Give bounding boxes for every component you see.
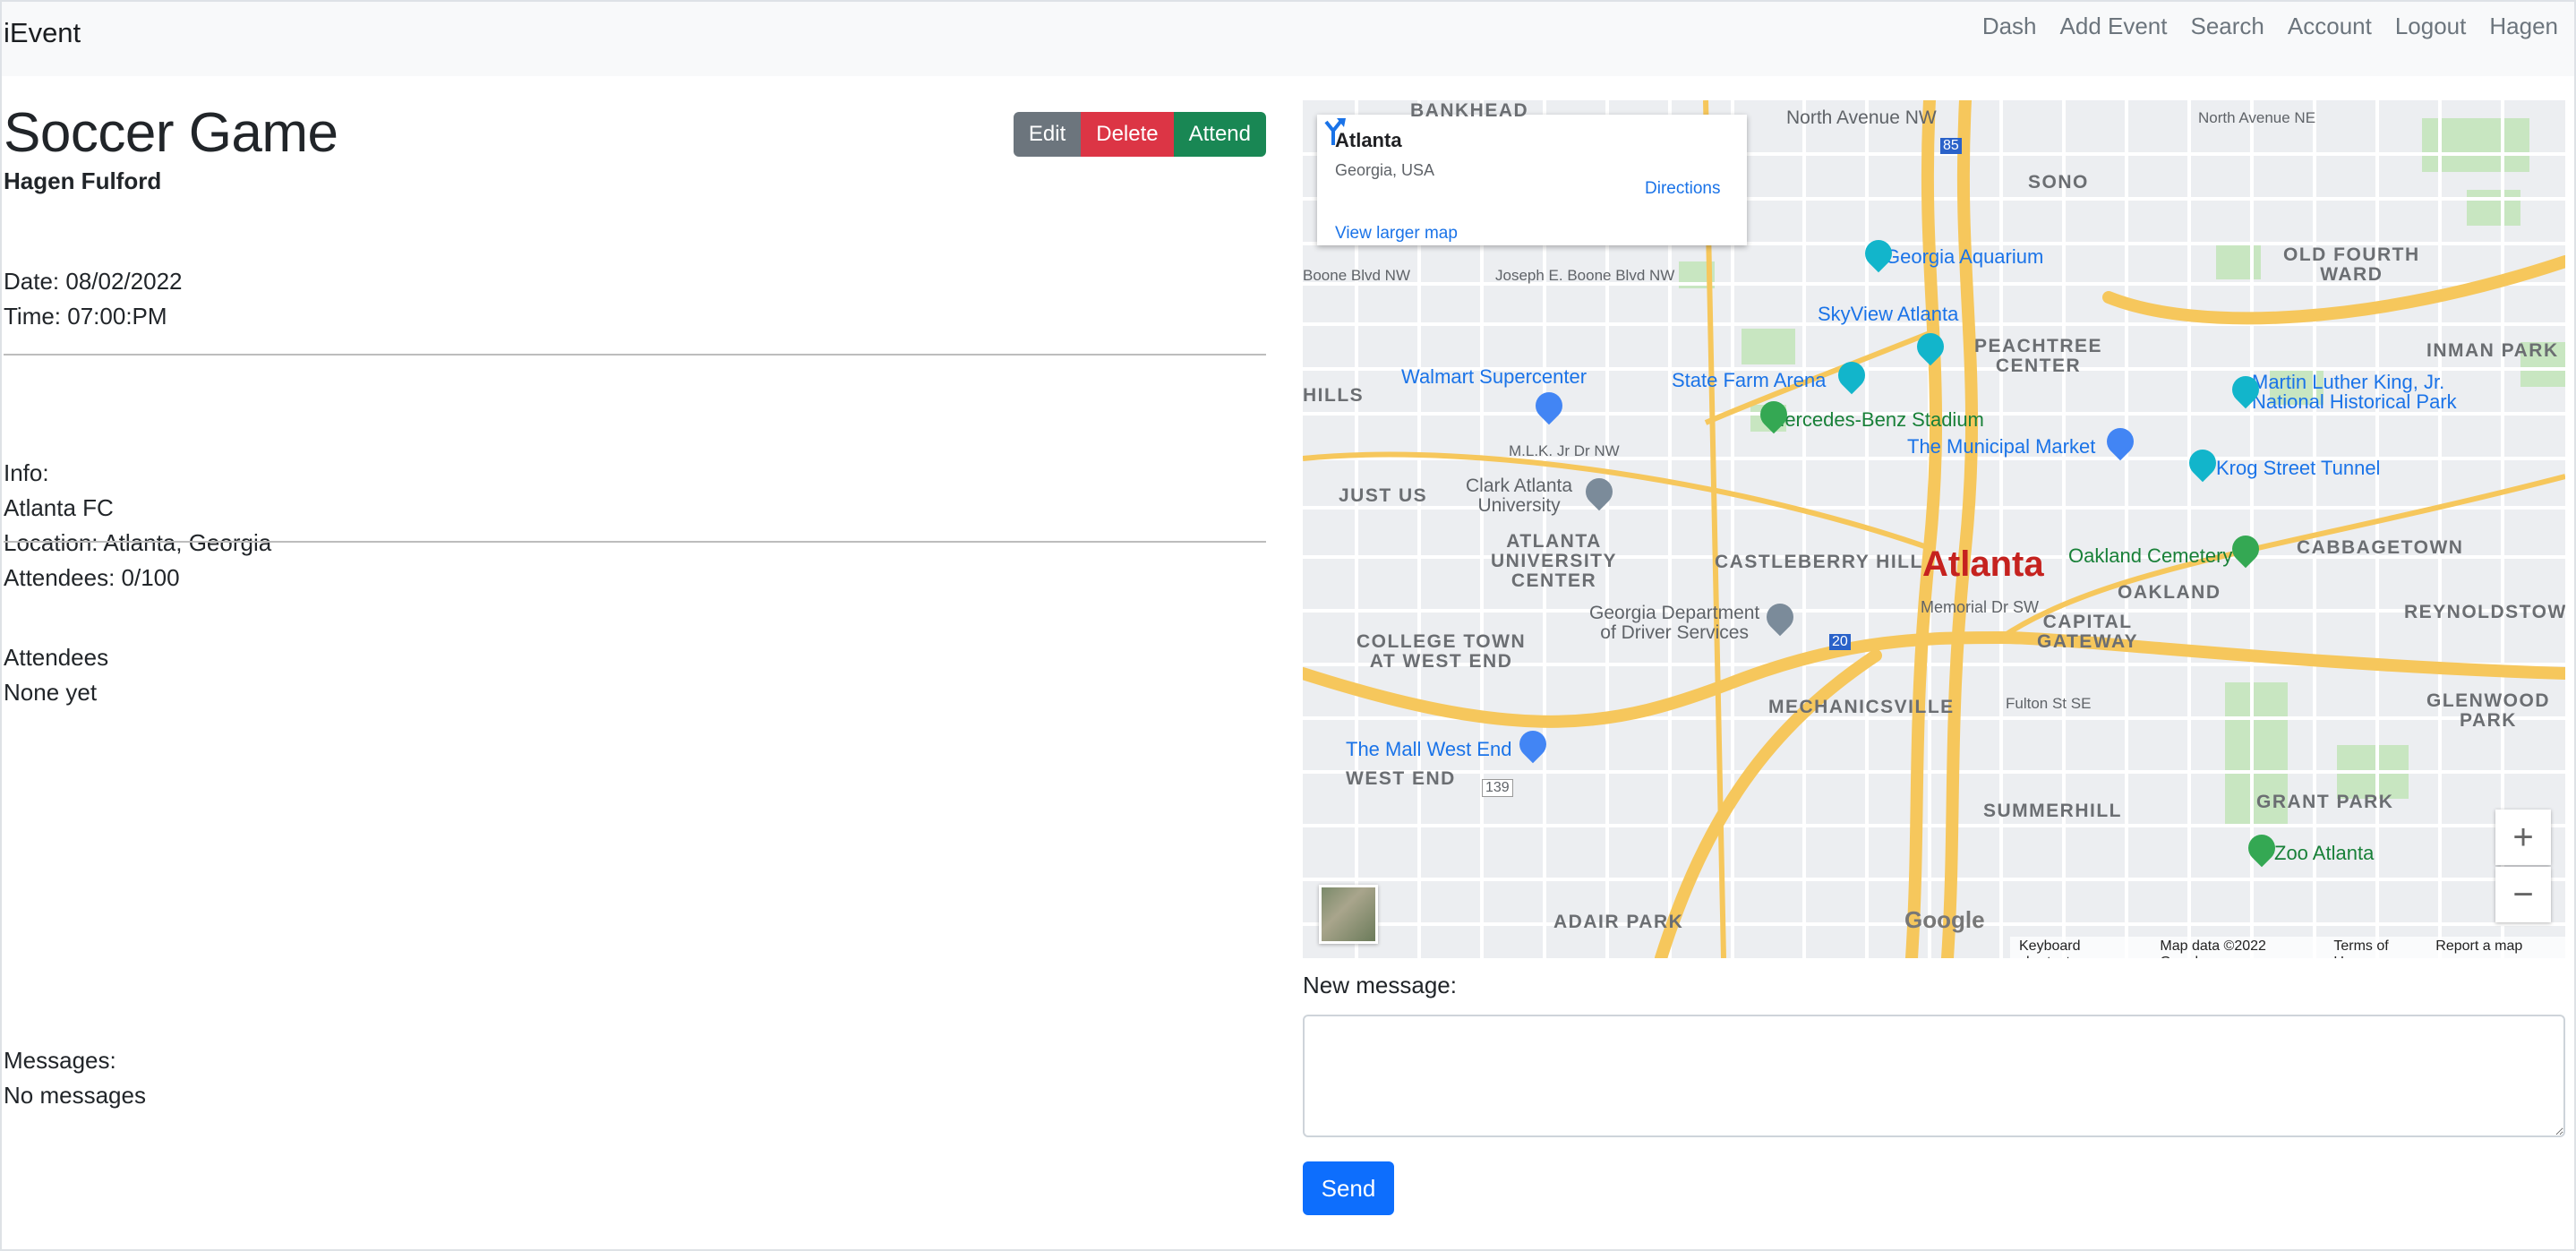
- map-label: REYNOLDSTOWN: [2404, 602, 2565, 622]
- place-card: Atlanta Georgia, USA View larger map Dir…: [1317, 115, 1747, 245]
- nav-link-account[interactable]: Account: [2276, 13, 2383, 40]
- divider: [4, 541, 1266, 543]
- attendees-empty: None yet: [4, 679, 98, 706]
- brand-link[interactable]: iEvent: [4, 17, 81, 49]
- map-city-label: Atlanta: [1922, 544, 2044, 584]
- map-label: Clark Atlanta University: [1466, 476, 1573, 516]
- nav-link-add-event[interactable]: Add Event: [2049, 13, 2179, 40]
- embedded-map[interactable]: Atlanta Georgia, USA View larger map Dir…: [1303, 100, 2565, 958]
- edit-button[interactable]: Edit: [1013, 112, 1082, 157]
- map-label: Joseph E. Boone Blvd NW: [1495, 267, 1675, 284]
- attend-button[interactable]: Attend: [1173, 112, 1266, 157]
- map-label: COLLEGE TOWN AT WEST END: [1356, 631, 1527, 672]
- google-logo: Google: [1904, 906, 1985, 933]
- map-label: GLENWOOD PARK: [2426, 690, 2550, 731]
- event-time: Time: 07:00:PM: [4, 303, 167, 330]
- satellite-toggle[interactable]: [1319, 885, 1378, 944]
- terms-link[interactable]: Terms of Use: [2333, 938, 2418, 958]
- map-label: 20: [1829, 634, 1851, 650]
- map-label: Krog Street Tunnel: [2216, 457, 2381, 479]
- messages-section: Messages: No messages: [4, 1043, 146, 1113]
- map-label: OLD FOURTH WARD: [2283, 244, 2420, 285]
- event-datetime: Date: 08/02/2022 Time: 07:00:PM: [4, 264, 183, 334]
- map-label: BANKHEAD: [1410, 100, 1529, 121]
- map-label: The Mall West End: [1346, 738, 1512, 760]
- map-label: Mercedes-Benz Stadium: [1768, 408, 1984, 431]
- directions-icon[interactable]: [1317, 115, 1349, 147]
- view-larger-map-link[interactable]: View larger map: [1335, 224, 1458, 244]
- map-label: Martin Luther King, Jr. National Histori…: [2252, 371, 2457, 413]
- event-header: Soccer Game Hagen Fulford Edit Delete At…: [4, 76, 1266, 201]
- new-message-label: New message:: [1303, 972, 1457, 998]
- map-label: 139: [1482, 779, 1513, 797]
- map-label: Georgia Department of Driver Services: [1589, 603, 1760, 643]
- map-label: MECHANICSVILLE: [1768, 697, 1955, 717]
- zoom-in-button[interactable]: +: [2495, 810, 2551, 865]
- map-label: Boone Blvd NW: [1303, 267, 1410, 284]
- map-label: JUST US: [1339, 485, 1428, 506]
- map-label: Oakland Cemetery: [2068, 544, 2233, 567]
- event-host: Hagen Fulford: [4, 167, 162, 194]
- report-error-link[interactable]: Report a map error: [2435, 938, 2556, 958]
- keyboard-shortcuts-link[interactable]: Keyboard shortcuts: [2019, 938, 2142, 958]
- map-label: CASTLEBERRY HILL: [1715, 552, 1923, 572]
- map-label: WEST END: [1346, 768, 1456, 789]
- event-title: Soccer Game: [4, 102, 338, 164]
- nav-link-logout[interactable]: Logout: [2383, 13, 2478, 40]
- map-label: GRANT PARK: [2256, 792, 2394, 812]
- map-label: Fulton St SE: [2006, 695, 2092, 712]
- info-heading: Info:: [4, 459, 49, 486]
- messages-heading: Messages:: [4, 1047, 116, 1074]
- event-details: Soccer Game Hagen Fulford Edit Delete At…: [4, 76, 1266, 1109]
- map-label: North Avenue NW: [1786, 107, 1937, 128]
- map-label: ATLANTA UNIVERSITY CENTER: [1491, 531, 1618, 591]
- map-label: 85: [1940, 138, 1962, 154]
- event-actions: Edit Delete Attend: [1013, 112, 1266, 157]
- attendees-heading: Attendees: [4, 644, 109, 671]
- nav-link-search[interactable]: Search: [2179, 13, 2276, 40]
- map-label: HILLS: [1303, 385, 1365, 406]
- zoom-out-button[interactable]: −: [2495, 867, 2551, 922]
- map-label: INMAN PARK: [2426, 340, 2559, 361]
- map-data-text: Map data ©2022 Google: [2160, 938, 2266, 958]
- map-label: State Farm Arena: [1672, 369, 1827, 391]
- map-label: SUMMERHILL: [1983, 801, 2122, 821]
- attendee-count: Attendees: 0/100: [4, 564, 180, 591]
- map-label: Memorial Dr SW: [1921, 598, 2040, 616]
- map-label: Georgia Aquarium: [1885, 245, 2044, 268]
- map-label: Zoo Atlanta: [2274, 842, 2375, 864]
- nav-links: Dash Add Event Search Account Logout Hag…: [1971, 13, 2572, 40]
- send-button[interactable]: Send: [1303, 1161, 1394, 1215]
- directions-link[interactable]: Directions: [1645, 179, 1720, 199]
- event-info: Info: Atlanta FC Location: Atlanta, Geor…: [4, 456, 271, 596]
- map-label: SONO: [2028, 172, 2089, 193]
- event-date: Date: 08/02/2022: [4, 268, 183, 295]
- nav-link-user[interactable]: Hagen: [2478, 13, 2572, 40]
- map-label: CABBAGETOWN: [2297, 537, 2464, 558]
- place-subtitle: Georgia, USA: [1335, 161, 1435, 179]
- map-label: CAPITAL GATEWAY: [2037, 612, 2139, 652]
- new-message-input[interactable]: [1303, 1015, 2565, 1137]
- info-text: Atlanta FC: [4, 494, 114, 521]
- event-location: Location: Atlanta, Georgia: [4, 529, 272, 556]
- nav-link-dash[interactable]: Dash: [1971, 13, 2049, 40]
- map-label: North Avenue NE: [2198, 109, 2316, 126]
- map-label: SkyView Atlanta: [1818, 303, 1959, 325]
- map-label: OAKLAND: [2118, 582, 2221, 603]
- map-label: Walmart Supercenter: [1401, 365, 1588, 388]
- map-label: M.L.K. Jr Dr NW: [1509, 442, 1620, 459]
- map-label: The Municipal Market: [1907, 435, 2096, 458]
- attendees-section: Attendees None yet: [4, 640, 108, 710]
- messages-empty: No messages: [4, 1082, 146, 1109]
- divider: [4, 354, 1266, 356]
- delete-button[interactable]: Delete: [1081, 112, 1174, 157]
- top-navbar: iEvent Dash Add Event Search Account Log…: [0, 0, 2576, 76]
- map-attribution: Keyboard shortcuts Map data ©2022 Google…: [2010, 937, 2565, 958]
- map-label: PEACHTREE CENTER: [1974, 336, 2103, 376]
- map-label: ADAIR PARK: [1553, 912, 1684, 932]
